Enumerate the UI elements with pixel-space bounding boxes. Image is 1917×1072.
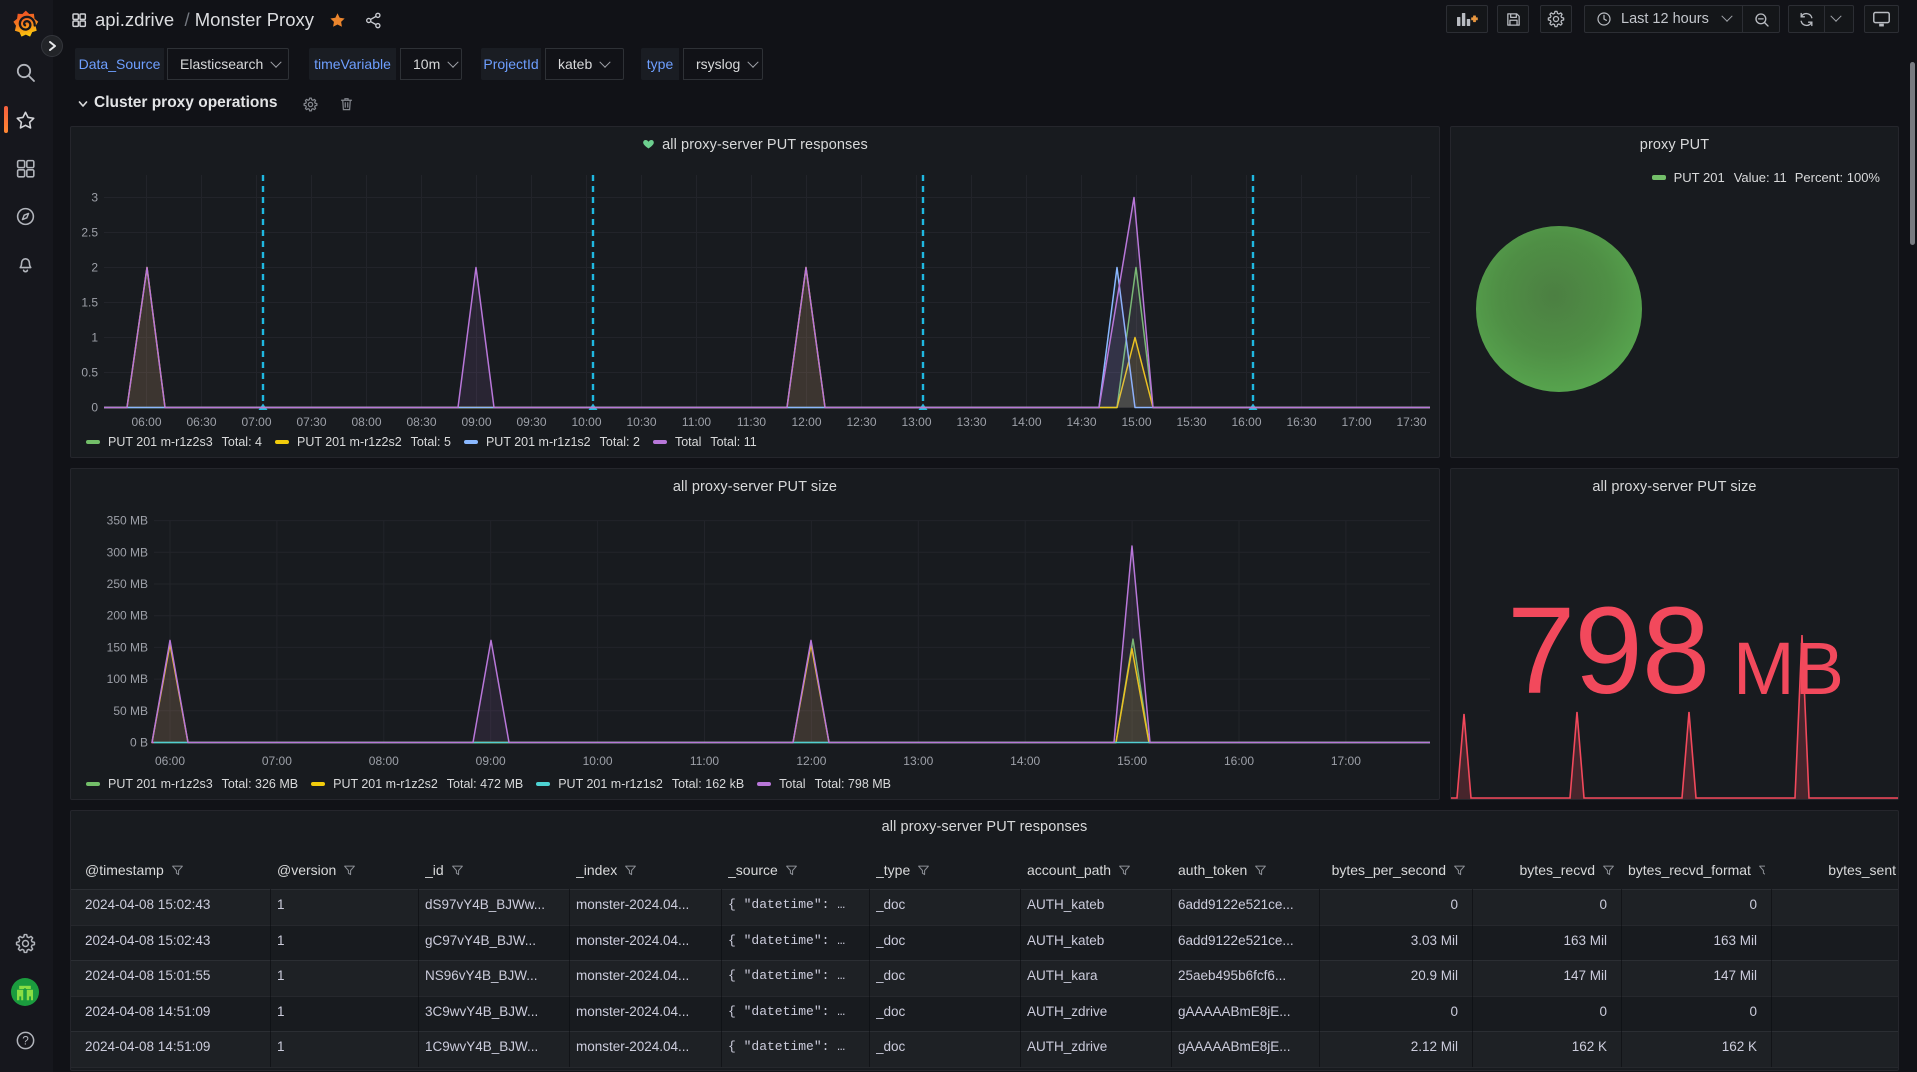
svg-text:07:00: 07:00 [241, 415, 271, 429]
svg-text:11:00: 11:00 [682, 415, 711, 429]
svg-text:100 MB: 100 MB [107, 672, 148, 686]
svg-text:06:00: 06:00 [131, 415, 161, 429]
svg-text:10:00: 10:00 [571, 415, 601, 429]
svg-text:06:00: 06:00 [155, 754, 185, 768]
svg-text:11:30: 11:30 [737, 415, 766, 429]
svg-text:0.5: 0.5 [81, 366, 98, 380]
svg-text:300 MB: 300 MB [107, 545, 148, 559]
svg-text:2.5: 2.5 [81, 226, 98, 240]
svg-text:06:30: 06:30 [186, 415, 216, 429]
svg-text:15:00: 15:00 [1121, 415, 1151, 429]
svg-text:07:30: 07:30 [296, 415, 326, 429]
svg-text:08:00: 08:00 [351, 415, 381, 429]
svg-text:11:00: 11:00 [690, 754, 719, 768]
svg-text:?: ? [22, 1033, 29, 1047]
svg-text:09:00: 09:00 [461, 415, 491, 429]
svg-text:17:30: 17:30 [1396, 415, 1426, 429]
svg-text:10:30: 10:30 [626, 415, 656, 429]
svg-text:0: 0 [91, 401, 98, 415]
svg-text:14:00: 14:00 [1011, 415, 1041, 429]
svg-text:150 MB: 150 MB [107, 640, 148, 654]
svg-text:16:30: 16:30 [1286, 415, 1316, 429]
svg-text:14:00: 14:00 [1010, 754, 1040, 768]
svg-text:08:00: 08:00 [369, 754, 399, 768]
svg-text:09:30: 09:30 [516, 415, 546, 429]
svg-text:16:00: 16:00 [1231, 415, 1261, 429]
svg-text:17:00: 17:00 [1341, 415, 1371, 429]
svg-text:15:00: 15:00 [1117, 754, 1147, 768]
svg-text:50 MB: 50 MB [113, 704, 148, 718]
svg-text:10:00: 10:00 [583, 754, 613, 768]
svg-text:14:30: 14:30 [1066, 415, 1096, 429]
svg-text:09:00: 09:00 [476, 754, 506, 768]
svg-text:17:00: 17:00 [1331, 754, 1361, 768]
svg-text:13:30: 13:30 [956, 415, 986, 429]
svg-text:350 MB: 350 MB [107, 514, 148, 528]
svg-text:13:00: 13:00 [901, 415, 931, 429]
svg-text:12:00: 12:00 [791, 415, 821, 429]
svg-text:1: 1 [91, 331, 98, 345]
svg-text:16:00: 16:00 [1224, 754, 1254, 768]
svg-text:2: 2 [91, 261, 98, 275]
svg-text:12:30: 12:30 [846, 415, 876, 429]
svg-text:13:00: 13:00 [903, 754, 933, 768]
svg-text:200 MB: 200 MB [107, 609, 148, 623]
svg-text:0 B: 0 B [130, 736, 148, 750]
svg-text:3: 3 [91, 191, 98, 205]
svg-text:08:30: 08:30 [406, 415, 436, 429]
svg-text:15:30: 15:30 [1176, 415, 1206, 429]
svg-text:07:00: 07:00 [262, 754, 292, 768]
svg-text:12:00: 12:00 [796, 754, 826, 768]
svg-text:1.5: 1.5 [81, 296, 98, 310]
svg-text:250 MB: 250 MB [107, 577, 148, 591]
